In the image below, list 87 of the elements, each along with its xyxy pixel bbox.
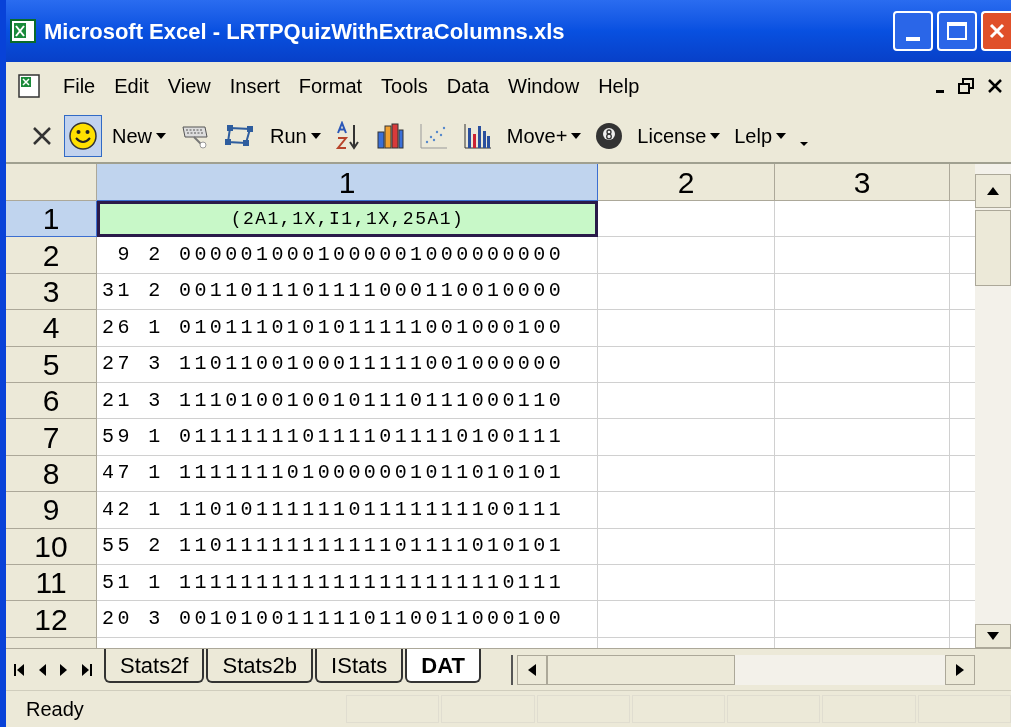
sheet-tab[interactable]: Stats2f [104,649,205,683]
row-header[interactable]: 3 [6,273,97,311]
up-arrow-icon [987,187,999,195]
table-cell: 20 3 0010100111110110011000100 [97,601,598,638]
table-cell: 55 2 1101111111111101111010101 [97,528,598,565]
sheet-tab[interactable]: DAT [405,649,481,683]
next-sheet-icon[interactable] [60,662,68,677]
scroll-thumb[interactable] [975,210,1011,286]
column-header[interactable]: 1 [97,164,598,201]
row-header[interactable]: 10 [6,528,97,565]
sheet-tab[interactable]: IStats [315,649,404,683]
row-header[interactable]: 11 [6,564,97,602]
table-cell: 47 1 1111111010000001011010101 [97,455,598,493]
vertical-scrollbar[interactable] [975,164,1011,648]
column-chart-icon [462,122,493,150]
toolbar-menu-button[interactable]: Run [266,115,325,157]
column-header[interactable]: 2 [598,164,775,201]
menu-item[interactable]: Tools [374,71,435,101]
menu-item[interactable]: Edit [107,71,156,101]
toolbar-options-icon [800,142,809,146]
table-cell: 26 1 0101110101011111001000100 [97,310,598,347]
first-sheet-icon[interactable] [14,662,24,677]
scatter-chart-icon [418,122,449,150]
close-button[interactable] [981,11,1011,51]
row-header[interactable]: 7 [6,419,97,456]
toolbar-menu-button[interactable]: License [633,115,725,157]
row-header[interactable]: 12 [6,601,97,638]
scroll-thumb[interactable] [546,654,735,685]
table-cell: 21 3 1110100100101110111000110 [97,382,598,420]
keyboard-icon [180,123,210,149]
left-arrow-icon [527,663,536,676]
toolbar-menu-button[interactable]: Move+ [502,115,586,157]
table-cell: 59 1 0111111101111011110100111 [97,419,598,456]
menu-item[interactable]: Data [439,71,497,101]
close-icon[interactable] [987,78,1003,94]
smiley-icon [68,121,98,151]
row-header[interactable]: 1 [6,201,97,238]
bar-chart-icon [374,122,405,150]
row-header[interactable]: 5 [6,346,97,383]
toolbar-menu-button[interactable]: Lelp [730,115,791,157]
last-sheet-icon[interactable] [82,662,92,677]
sort-icon [334,121,361,151]
row-header[interactable]: 6 [6,382,97,420]
menu-item[interactable]: Format [291,71,370,101]
menu-item[interactable]: Help [591,71,647,101]
minimize-button[interactable] [893,11,933,51]
polygon-icon [224,123,256,149]
menu-item[interactable]: Insert [222,71,287,101]
corner-cell[interactable] [6,164,97,201]
row-header[interactable]: 4 [6,310,97,347]
caret-icon [710,133,721,139]
column-header[interactable]: 3 [775,164,950,201]
menu-item[interactable]: File [56,71,103,101]
status-text: Ready [25,697,85,722]
restore-icon[interactable] [957,77,975,95]
table-cell: 27 3 1101100100011111001000000 [97,346,598,383]
sheet-tab[interactable]: Stats2b [206,649,314,683]
window-title: Microsoft Excel - LRTPQuizWithExtraColumns.xls [44,17,565,46]
horizontal-scrollbar[interactable] [516,654,975,685]
caret-icon [776,133,787,139]
menu-item[interactable]: View [160,71,218,101]
excel-icon [10,18,36,44]
maximize-button[interactable] [937,11,977,51]
eight-ball-icon [595,122,624,150]
scroll-down-button[interactable] [975,624,1011,648]
table-cell: 9 2 0000010001000001000000000 [97,237,598,274]
toolbar-button[interactable] [64,115,102,157]
menu-item[interactable]: Window [501,71,587,101]
caret-icon [571,133,582,139]
caret-icon [156,133,166,139]
scroll-left-button[interactable] [516,654,547,685]
table-cell: 42 1 1101011111101111111100111 [97,492,598,529]
row-header[interactable]: 8 [6,455,97,493]
table-cell: 51 1 1111111111111111111110111 [97,564,598,602]
scroll-up-button[interactable] [975,174,1011,208]
toolbar-menu-button[interactable]: New [108,115,170,157]
table-cell: 31 2 0011011101111000110010000 [97,273,598,311]
active-cell: (2A1,1X,I1,1X,25A1) [97,201,598,238]
down-arrow-icon [987,632,999,640]
workbook-icon [16,73,42,99]
row-header[interactable]: 9 [6,492,97,529]
caret-icon [310,133,321,139]
row-header[interactable]: 2 [6,237,97,274]
previous-sheet-icon[interactable] [38,662,46,677]
scroll-right-button[interactable] [945,654,975,685]
right-arrow-icon [956,663,964,676]
close-icon [987,21,1007,41]
